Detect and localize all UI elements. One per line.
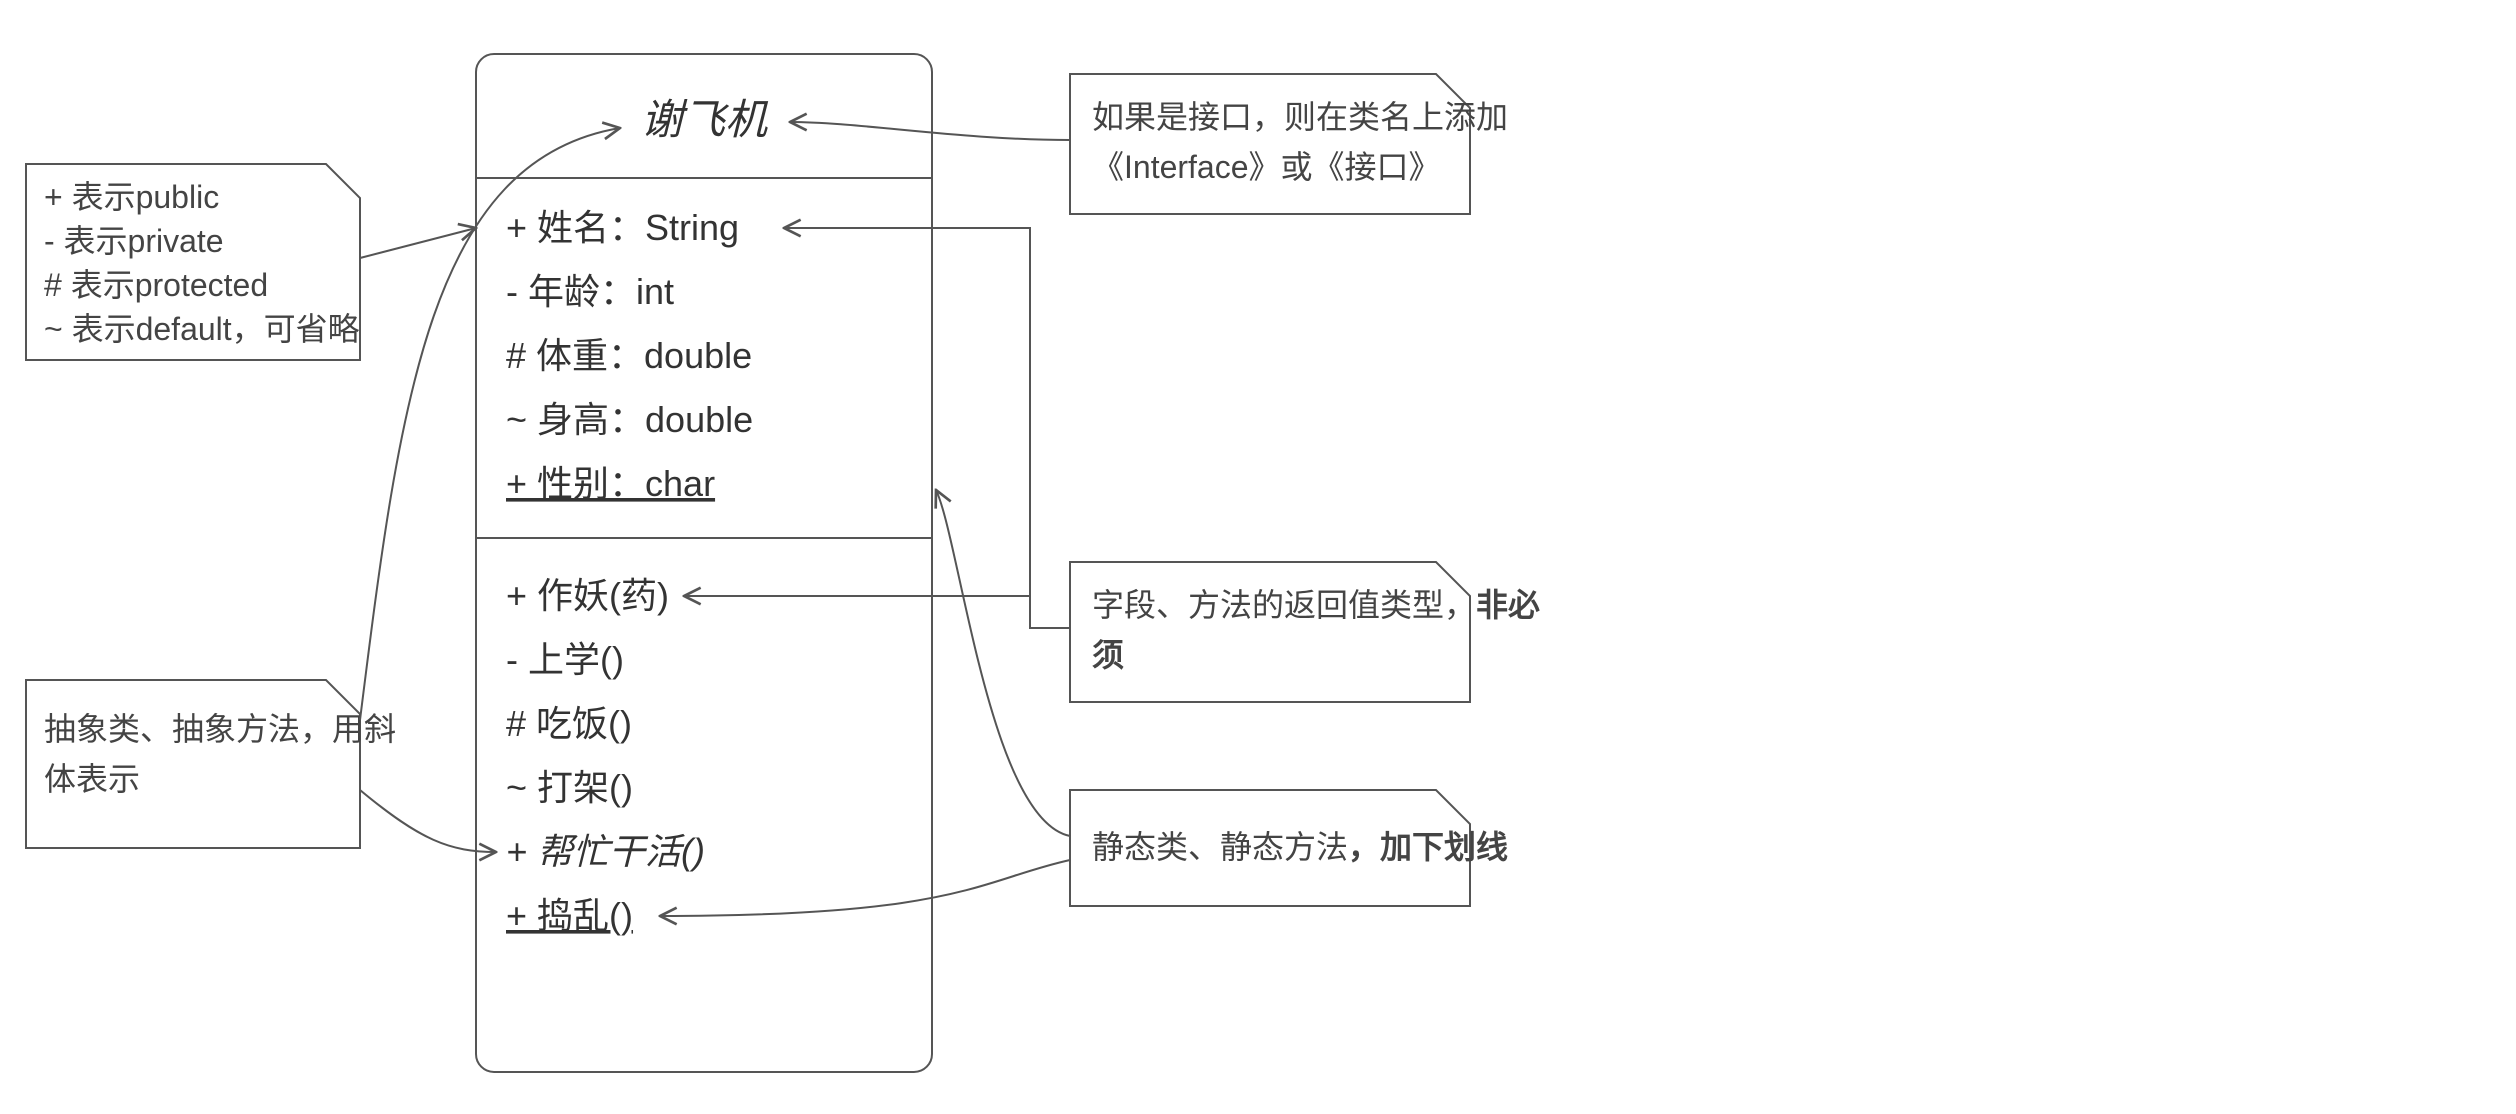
uml-method-2: # 吃饭()	[506, 703, 632, 744]
connector-static-to-field	[936, 490, 1070, 836]
note-visibility-l2: - 表示private	[44, 223, 224, 259]
uml-method-0: + 作妖(药)	[506, 575, 669, 616]
note-visibility-l1: + 表示public	[44, 179, 219, 215]
uml-class-name: 谢飞机	[641, 96, 769, 143]
note-abstract: 抽象类、抽象方法，用斜 体表示	[26, 680, 396, 848]
note-return-type: 字段、方法的返回值类型，非必 须	[1070, 562, 1540, 702]
note-interface-l2: 《Interface》或《接口》	[1092, 149, 1441, 185]
uml-class-diagram: + 表示public - 表示private # 表示protected ~ 表…	[0, 0, 2516, 1114]
note-visibility-l3: # 表示protected	[44, 267, 268, 303]
note-abstract-l1: 抽象类、抽象方法，用斜	[44, 711, 396, 747]
note-abstract-l2: 体表示	[44, 761, 140, 797]
note-visibility-l4: ~ 表示default，可省略	[44, 311, 360, 347]
uml-field-4: + 性别：char	[506, 463, 715, 504]
uml-field-2: # 体重：double	[506, 335, 752, 376]
note-interface: 如果是接口，则在类名上添加 《Interface》或《接口》	[1070, 74, 1508, 214]
note-interface-l1: 如果是接口，则在类名上添加	[1092, 99, 1508, 135]
note-visibility: + 表示public - 表示private # 表示protected ~ 表…	[26, 164, 360, 360]
uml-class-box: 谢飞机 + 姓名：String - 年龄：int # 体重：double ~ 身…	[476, 54, 932, 1072]
uml-method-1: - 上学()	[506, 639, 624, 680]
note-return-l2: 须	[1092, 637, 1124, 673]
uml-method-4: + 帮忙干活()	[506, 831, 705, 872]
uml-method-5: + 捣乱()	[506, 895, 633, 936]
note-static-l1: 静态类、静态方法，加下划线	[1092, 829, 1508, 865]
connector-visibility	[360, 228, 476, 258]
uml-field-0: + 姓名：String	[506, 207, 739, 248]
uml-field-3: ~ 身高：double	[506, 399, 753, 440]
uml-field-1: - 年龄：int	[506, 271, 674, 312]
note-return-l1: 字段、方法的返回值类型，非必	[1092, 587, 1540, 623]
note-static: 静态类、静态方法，加下划线	[1070, 790, 1508, 906]
uml-method-3: ~ 打架()	[506, 767, 633, 808]
